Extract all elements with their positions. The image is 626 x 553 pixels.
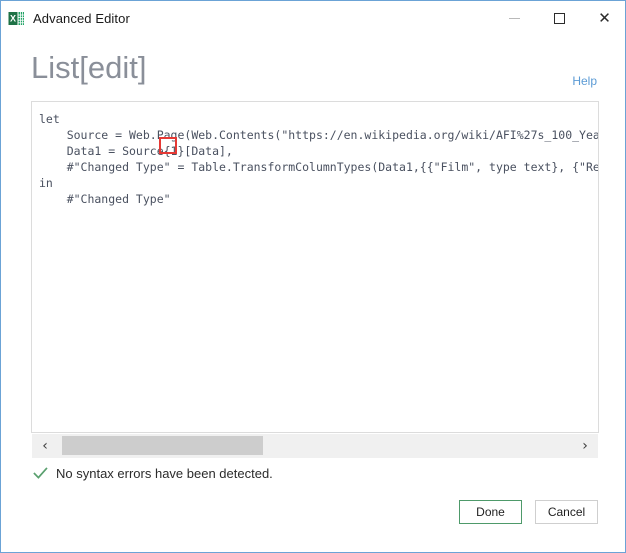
scrollbar-track[interactable]: [58, 434, 572, 458]
title-bar: X Advanced Editor ✕: [1, 0, 625, 36]
scroll-left-arrow-icon[interactable]: ‹: [32, 434, 58, 458]
close-button[interactable]: ✕: [582, 1, 625, 35]
dialog-footer: Done Cancel: [459, 500, 598, 524]
page-title: List[edit]: [31, 50, 147, 85]
minimize-button[interactable]: [492, 1, 537, 35]
checkmark-icon: [33, 466, 48, 481]
done-button[interactable]: Done: [459, 500, 522, 524]
maximize-button[interactable]: [537, 1, 582, 35]
annotation-highlight-box: [159, 137, 177, 154]
svg-text:X: X: [10, 14, 16, 24]
excel-icon: X: [8, 10, 25, 27]
scroll-right-arrow-icon[interactable]: ›: [572, 434, 598, 458]
minimize-icon: [509, 17, 520, 19]
scrollbar-thumb[interactable]: [62, 436, 263, 455]
advanced-editor-window: X Advanced Editor ✕ List[edit] Help let …: [0, 0, 626, 553]
code-editor-panel[interactable]: let Source = Web.Page(Web.Contents("http…: [31, 101, 599, 433]
horizontal-scrollbar[interactable]: ‹ ›: [32, 434, 598, 458]
maximize-icon: [554, 12, 565, 24]
window-title: Advanced Editor: [33, 11, 130, 26]
syntax-status: No syntax errors have been detected.: [33, 463, 273, 483]
close-icon: ✕: [598, 8, 611, 27]
window-controls: ✕: [492, 1, 625, 35]
help-link[interactable]: Help: [572, 74, 597, 88]
syntax-status-text: No syntax errors have been detected.: [56, 465, 273, 481]
code-text[interactable]: let Source = Web.Page(Web.Contents("http…: [39, 111, 598, 207]
cancel-button[interactable]: Cancel: [535, 500, 598, 524]
